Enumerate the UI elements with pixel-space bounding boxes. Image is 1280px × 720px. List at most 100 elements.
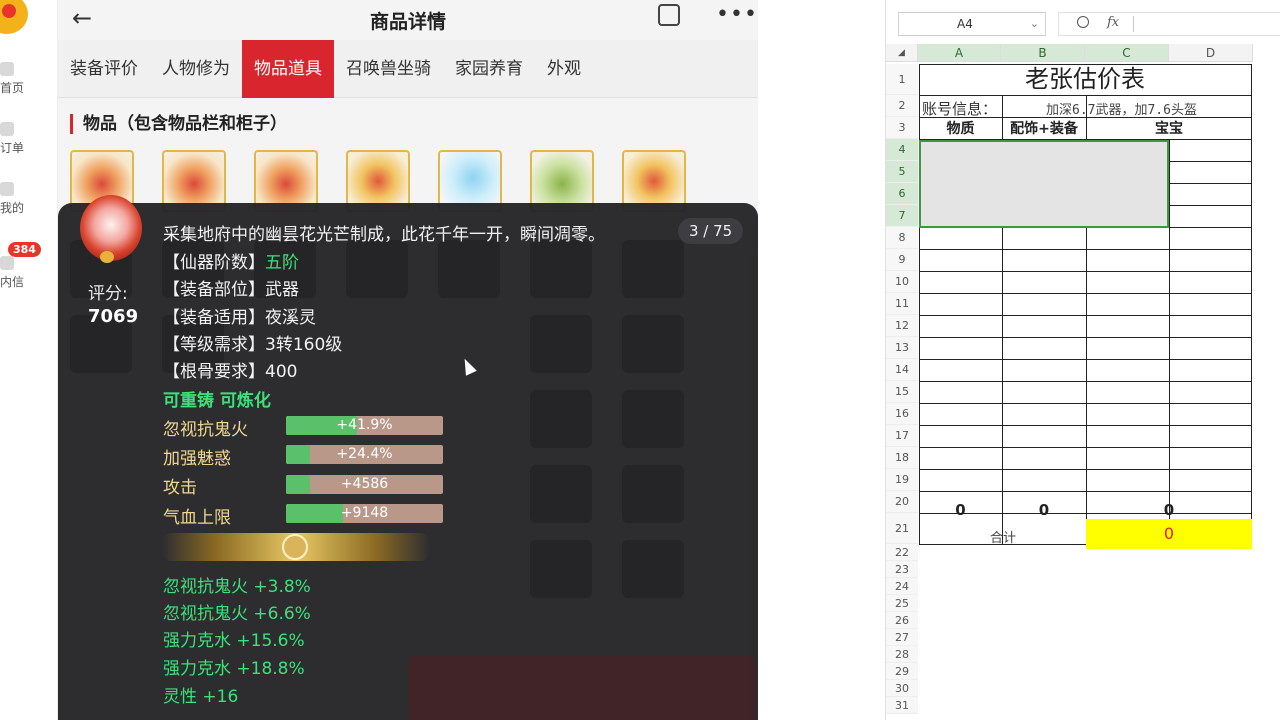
grid-line bbox=[919, 469, 1251, 470]
back-arrow-icon[interactable]: ← bbox=[72, 4, 92, 32]
total-pet[interactable]: 0 bbox=[1086, 501, 1252, 519]
account-value[interactable]: 加深6.7武器，加7.6头盔 bbox=[1046, 99, 1197, 118]
grid-line bbox=[919, 403, 1251, 404]
formula-input[interactable]: fx bbox=[1058, 12, 1280, 36]
name-box[interactable]: A4 ⌄ bbox=[898, 12, 1046, 36]
row-header[interactable]: 7 bbox=[886, 205, 918, 227]
zoom-icon[interactable] bbox=[1077, 16, 1089, 28]
app-logo[interactable] bbox=[0, 0, 28, 34]
item-pager[interactable]: 3 / 75 bbox=[678, 218, 744, 244]
row-header[interactable]: 11 bbox=[886, 293, 918, 315]
sidebar-item-label: 订单 bbox=[0, 141, 25, 155]
tab-items[interactable]: 物品道具 bbox=[242, 39, 334, 98]
product-detail-panel: ← 商品详情 ••• 装备评价 人物修为 物品道具 召唤兽坐骑 家园养育 外观 … bbox=[58, 0, 758, 720]
row-header[interactable]: 10 bbox=[886, 271, 918, 293]
row-header[interactable]: 14 bbox=[886, 359, 918, 381]
column-header[interactable]: A bbox=[918, 44, 1001, 62]
account-label[interactable]: 账号信息： bbox=[922, 98, 997, 119]
sidebar-item-label: 我的 bbox=[0, 201, 25, 215]
row-header[interactable]: 3 bbox=[886, 117, 918, 139]
unread-badge: 384 bbox=[8, 242, 41, 257]
row-header[interactable]: 20 bbox=[886, 491, 918, 513]
sum-value-cell[interactable]: 0 bbox=[1086, 519, 1252, 549]
row-header[interactable]: 17 bbox=[886, 425, 918, 447]
row-header[interactable]: 13 bbox=[886, 337, 918, 359]
attr-label: 【等级需求】 bbox=[163, 335, 265, 355]
row-header[interactable]: 28 bbox=[886, 646, 918, 663]
score-label: 评分: bbox=[88, 284, 128, 304]
top-bar: ← 商品详情 ••• bbox=[58, 0, 758, 40]
score-value: 7069 bbox=[88, 306, 139, 327]
row-header[interactable]: 26 bbox=[886, 612, 918, 629]
sidebar-item-label: 内信 bbox=[0, 275, 25, 289]
row-header[interactable]: 5 bbox=[886, 161, 918, 183]
row-header[interactable]: 1 bbox=[886, 64, 918, 95]
row-header[interactable]: 18 bbox=[886, 447, 918, 469]
column-header[interactable]: C bbox=[1085, 44, 1169, 62]
section-title: 物品（包含物品栏和柜子） bbox=[70, 114, 287, 134]
row-header[interactable]: 16 bbox=[886, 403, 918, 425]
row-header[interactable]: 2 bbox=[886, 95, 918, 117]
row-header[interactable]: 24 bbox=[886, 578, 918, 595]
total-material[interactable]: 0 bbox=[919, 501, 1002, 519]
sum-label[interactable]: 合计 bbox=[919, 527, 1087, 546]
sidebar-item-me[interactable]: 我的 bbox=[0, 182, 40, 216]
sidebar-item-home[interactable]: 首页 bbox=[0, 62, 40, 96]
selected-range[interactable] bbox=[919, 140, 1169, 228]
grid-line bbox=[919, 381, 1251, 382]
grid-line bbox=[1169, 140, 1170, 544]
total-accessory-equipment[interactable]: 0 bbox=[1002, 501, 1086, 519]
tab-appearance[interactable]: 外观 bbox=[535, 40, 593, 98]
row-header[interactable]: 12 bbox=[886, 315, 918, 337]
row-header[interactable]: 8 bbox=[886, 227, 918, 249]
attr-tier: 【仙器阶数】五阶 bbox=[163, 248, 299, 273]
fx-icon[interactable]: fx bbox=[1107, 15, 1119, 30]
extra-stat: 忽视抗鬼火 +6.6% bbox=[163, 604, 311, 624]
row-header[interactable]: 27 bbox=[886, 629, 918, 646]
row-header[interactable]: 4 bbox=[886, 139, 918, 161]
grid-line bbox=[919, 337, 1251, 338]
stat-bar: +41.9% bbox=[286, 416, 443, 435]
grid-line bbox=[919, 293, 1251, 294]
row-header[interactable]: 25 bbox=[886, 595, 918, 612]
row-header[interactable]: 19 bbox=[886, 469, 918, 491]
grid-line bbox=[919, 95, 1251, 96]
row-header[interactable]: 31 bbox=[886, 697, 918, 714]
formula-separator bbox=[1133, 16, 1134, 32]
stat-bar: +24.4% bbox=[286, 445, 443, 464]
sidebar-item-mail[interactable]: 内信 bbox=[0, 256, 40, 290]
attr-value: 武器 bbox=[265, 280, 299, 300]
sheet-title[interactable]: 老张估价表 bbox=[919, 64, 1251, 95]
chevron-down-icon[interactable]: ⌄ bbox=[1030, 13, 1039, 35]
bottom-action-button[interactable] bbox=[408, 656, 756, 720]
select-all-corner[interactable]: ◢ bbox=[886, 44, 918, 62]
tab-character-cultivation[interactable]: 人物修为 bbox=[150, 40, 242, 98]
attr-label: 【根骨要求】 bbox=[163, 362, 265, 382]
attr-bone: 【根骨要求】400 bbox=[163, 357, 297, 382]
row-header[interactable]: 21 bbox=[886, 513, 918, 544]
row-header[interactable]: 15 bbox=[886, 381, 918, 403]
column-header[interactable]: B bbox=[1001, 44, 1085, 62]
stat-value: +24.4% bbox=[336, 446, 393, 462]
row-header[interactable]: 6 bbox=[886, 183, 918, 205]
grid-line bbox=[919, 271, 1251, 272]
row-header[interactable]: 23 bbox=[886, 561, 918, 578]
column-header[interactable]: D bbox=[1169, 44, 1253, 62]
share-icon[interactable] bbox=[658, 4, 680, 26]
header-pet[interactable]: 宝宝 bbox=[1086, 118, 1252, 138]
row-header[interactable]: 22 bbox=[886, 544, 918, 561]
mail-icon bbox=[0, 256, 14, 270]
row-header[interactable]: 29 bbox=[886, 663, 918, 680]
tab-home-nurture[interactable]: 家园养育 bbox=[443, 40, 535, 98]
more-icon[interactable]: ••• bbox=[716, 2, 758, 27]
tab-summon-mounts[interactable]: 召唤兽坐骑 bbox=[334, 40, 443, 98]
sidebar-item-orders[interactable]: 订单 bbox=[0, 122, 40, 156]
tab-equipment-rating[interactable]: 装备评价 bbox=[58, 40, 150, 98]
row-header[interactable]: 9 bbox=[886, 249, 918, 271]
header-accessory-equipment[interactable]: 配饰+装备 bbox=[1002, 118, 1086, 138]
stat-value: +4586 bbox=[340, 476, 389, 492]
stat-name: 攻击 bbox=[163, 478, 197, 498]
row-header[interactable]: 30 bbox=[886, 680, 918, 697]
header-material[interactable]: 物质 bbox=[919, 118, 1002, 138]
page-title: 商品详情 bbox=[369, 10, 446, 33]
